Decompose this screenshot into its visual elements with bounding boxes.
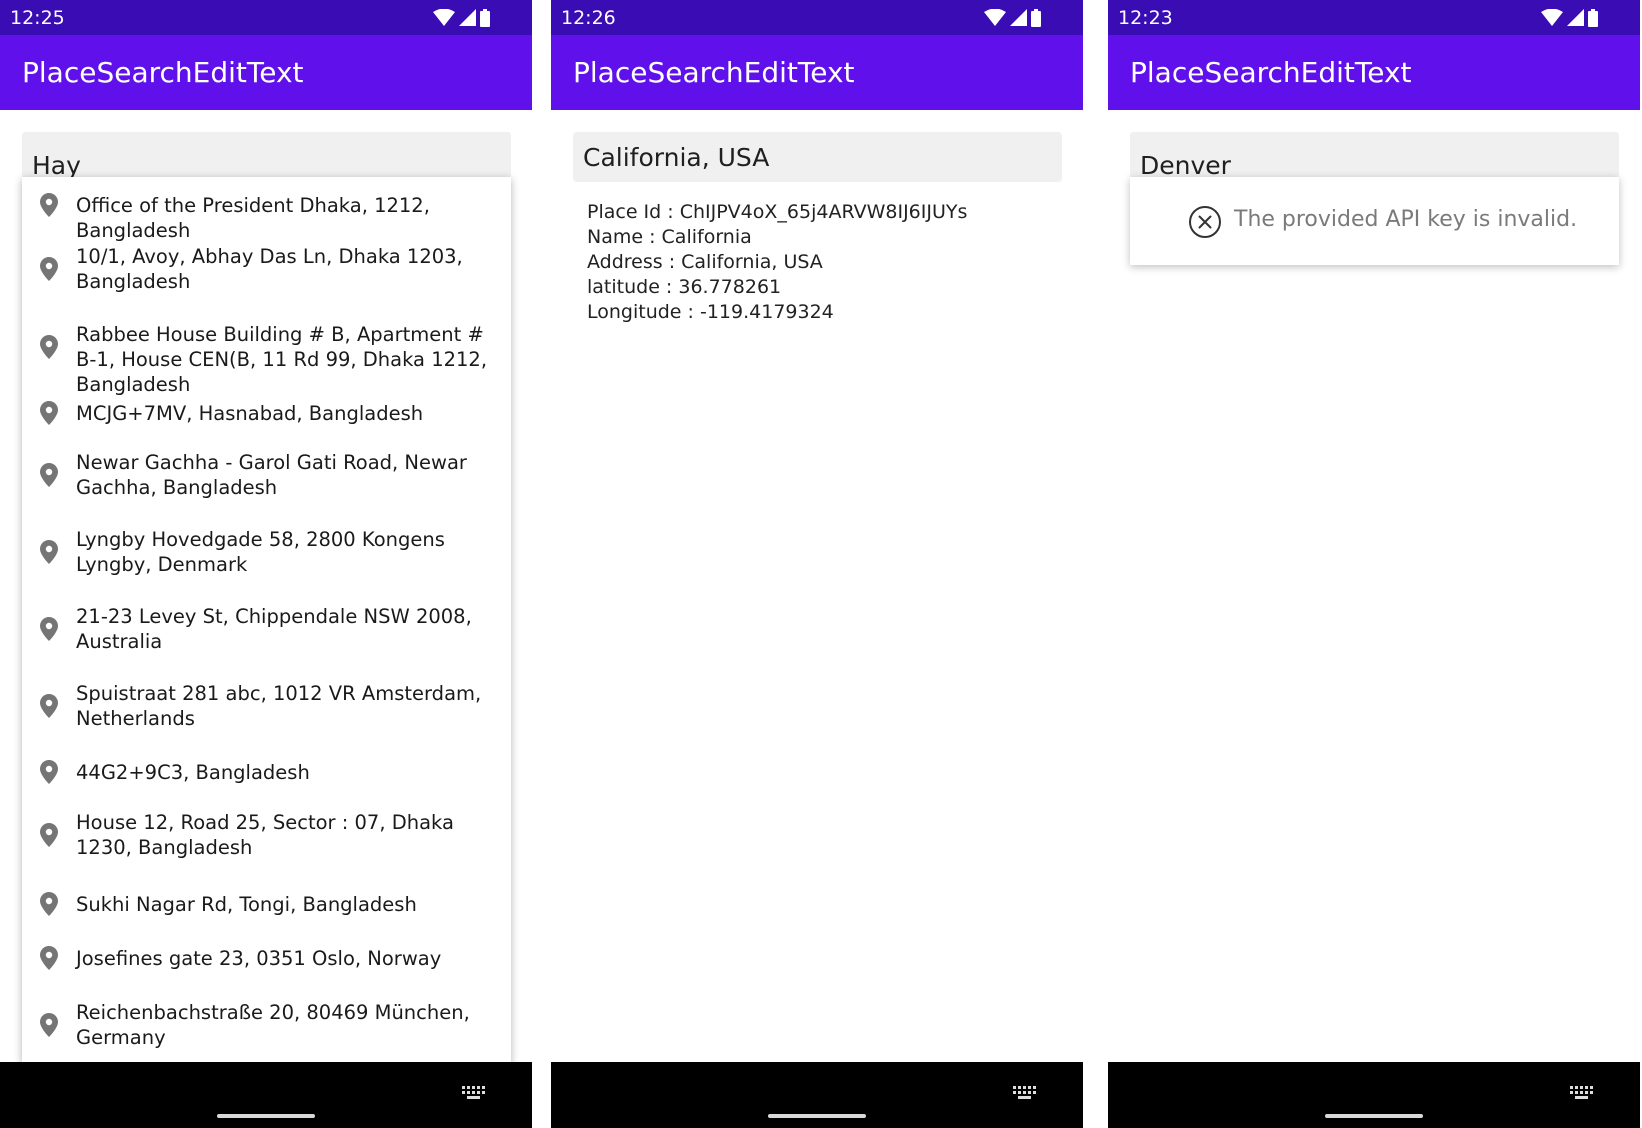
suggestion-text: Sukhi Nagar Rd, Tongi, Bangladesh xyxy=(76,892,417,916)
suggestion-text: Spuistraat 281 abc, 1012 VR Amsterdam, N… xyxy=(76,682,482,730)
suggestion-item[interactable]: Office of the President Dhaka, 1212, Ban… xyxy=(22,193,511,242)
location-pin-icon xyxy=(40,463,58,487)
status-time: 12:23 xyxy=(1118,6,1173,29)
navigation-bar xyxy=(551,1062,1083,1128)
status-bar: 12:25 xyxy=(0,0,532,35)
place-name-text: Name : California xyxy=(587,226,752,248)
app-bar: PlaceSearchEditText xyxy=(1108,35,1640,110)
phone-screen-suggestions: 12:25 PlaceSearchEditText Hay Office of … xyxy=(0,0,532,1128)
suggestion-item[interactable]: 10/1, Avoy, Abhay Das Ln, Dhaka 1203, Ba… xyxy=(22,244,511,294)
suggestions-dropdown: Office of the President Dhaka, 1212, Ban… xyxy=(22,177,511,1063)
suggestion-item[interactable]: Spuistraat 281 abc, 1012 VR Amsterdam, N… xyxy=(22,681,511,731)
app-bar: PlaceSearchEditText xyxy=(0,35,532,110)
location-pin-icon xyxy=(40,335,58,359)
navigation-bar xyxy=(1108,1062,1640,1128)
location-pin-icon xyxy=(40,193,58,217)
suggestion-text: Newar Gachha - Garol Gati Road, Newar Ga… xyxy=(76,451,467,499)
error-circle-x-icon xyxy=(1189,206,1221,238)
app-title: PlaceSearchEditText xyxy=(22,56,304,89)
suggestion-text: Reichenbachstraße 20, 80469 München, Ger… xyxy=(76,1001,470,1049)
suggestion-text: House 12, Road 25, Sector : 07, Dhaka 12… xyxy=(76,811,454,859)
wifi-icon xyxy=(984,9,1006,26)
suggestion-item[interactable]: 44G2+9C3, Bangladesh xyxy=(22,760,511,785)
suggestion-item[interactable]: 21-23 Levey St, Chippendale NSW 2008, Au… xyxy=(22,604,511,654)
place-latitude-text: latitude : 36.778261 xyxy=(587,276,782,298)
keyboard-icon[interactable] xyxy=(462,1086,486,1102)
error-message: The provided API key is invalid. xyxy=(1234,207,1578,232)
status-bar: 12:26 xyxy=(551,0,1083,35)
place-longitude-text: Longitude : -119.4179324 xyxy=(587,301,834,323)
location-pin-icon xyxy=(40,1013,58,1037)
search-input-value: Denver xyxy=(1140,151,1231,180)
error-dropdown: The provided API key is invalid. xyxy=(1130,177,1619,265)
suggestion-text: 10/1, Avoy, Abhay Das Ln, Dhaka 1203, Ba… xyxy=(76,245,463,293)
keyboard-icon[interactable] xyxy=(1570,1086,1594,1102)
app-title: PlaceSearchEditText xyxy=(573,56,855,89)
place-address-text: Address : California, USA xyxy=(587,251,823,273)
wifi-icon xyxy=(1541,9,1563,26)
location-pin-icon xyxy=(40,257,58,281)
place-id-text: Place Id : ChIJPV4oX_65j4ARVW8IJ6IJUYs xyxy=(587,201,968,223)
suggestion-item[interactable]: Rabbee House Building # B, Apartment # B… xyxy=(22,322,511,396)
location-pin-icon xyxy=(40,946,58,970)
battery-icon xyxy=(1031,8,1041,27)
search-input-value: California, USA xyxy=(583,142,770,172)
home-pill[interactable] xyxy=(217,1114,315,1118)
location-pin-icon xyxy=(40,540,58,564)
suggestion-item[interactable]: Lyngby Hovedgade 58, 2800 Kongens Lyngby… xyxy=(22,527,511,577)
battery-icon xyxy=(480,8,490,27)
cell-signal-icon xyxy=(1010,9,1027,26)
battery-icon xyxy=(1588,8,1598,27)
keyboard-icon[interactable] xyxy=(1013,1086,1037,1102)
home-pill[interactable] xyxy=(1325,1114,1423,1118)
location-pin-icon xyxy=(40,694,58,718)
suggestion-text: 44G2+9C3, Bangladesh xyxy=(76,760,310,784)
suggestion-item[interactable]: Reichenbachstraße 20, 80469 München, Ger… xyxy=(22,1000,511,1050)
app-bar: PlaceSearchEditText xyxy=(551,35,1083,110)
navigation-bar xyxy=(0,1062,532,1128)
suggestion-text: 21-23 Levey St, Chippendale NSW 2008, Au… xyxy=(76,605,472,653)
suggestion-text: Office of the President Dhaka, 1212, Ban… xyxy=(76,193,430,242)
place-details: Place Id : ChIJPV4oX_65j4ARVW8IJ6IJUYs N… xyxy=(587,200,967,325)
phone-screen-error: 12:23 PlaceSearchEditText Denver The pro… xyxy=(1108,0,1640,1128)
place-search-input[interactable]: Hay xyxy=(22,132,511,182)
suggestion-item[interactable]: Newar Gachha - Garol Gati Road, Newar Ga… xyxy=(22,450,511,500)
location-pin-icon xyxy=(40,760,58,784)
suggestion-text: Josefines gate 23, 0351 Oslo, Norway xyxy=(76,946,442,970)
location-pin-icon xyxy=(40,401,58,425)
search-input-value: Hay xyxy=(32,151,81,180)
suggestion-text: Lyngby Hovedgade 58, 2800 Kongens Lyngby… xyxy=(76,528,445,576)
phone-screen-details: 12:26 PlaceSearchEditText California, US… xyxy=(551,0,1083,1128)
status-bar: 12:23 xyxy=(1108,0,1640,35)
place-search-input[interactable]: California, USA xyxy=(573,132,1062,182)
suggestion-text: MCJG+7MV, Hasnabad, Bangladesh xyxy=(76,401,424,425)
wifi-icon xyxy=(433,9,455,26)
location-pin-icon xyxy=(40,892,58,916)
status-time: 12:26 xyxy=(561,6,616,29)
app-title: PlaceSearchEditText xyxy=(1130,56,1412,89)
location-pin-icon xyxy=(40,617,58,641)
home-pill[interactable] xyxy=(768,1114,866,1118)
cell-signal-icon xyxy=(1567,9,1584,26)
place-search-input[interactable]: Denver xyxy=(1130,132,1619,182)
suggestion-item[interactable]: Sukhi Nagar Rd, Tongi, Bangladesh xyxy=(22,892,511,917)
cell-signal-icon xyxy=(459,9,476,26)
suggestion-item[interactable]: Josefines gate 23, 0351 Oslo, Norway xyxy=(22,946,511,971)
suggestion-item[interactable]: MCJG+7MV, Hasnabad, Bangladesh xyxy=(22,401,511,426)
status-time: 12:25 xyxy=(10,6,65,29)
suggestion-item[interactable]: House 12, Road 25, Sector : 07, Dhaka 12… xyxy=(22,810,511,860)
location-pin-icon xyxy=(40,823,58,847)
suggestion-text: Rabbee House Building # B, Apartment # B… xyxy=(76,323,488,396)
